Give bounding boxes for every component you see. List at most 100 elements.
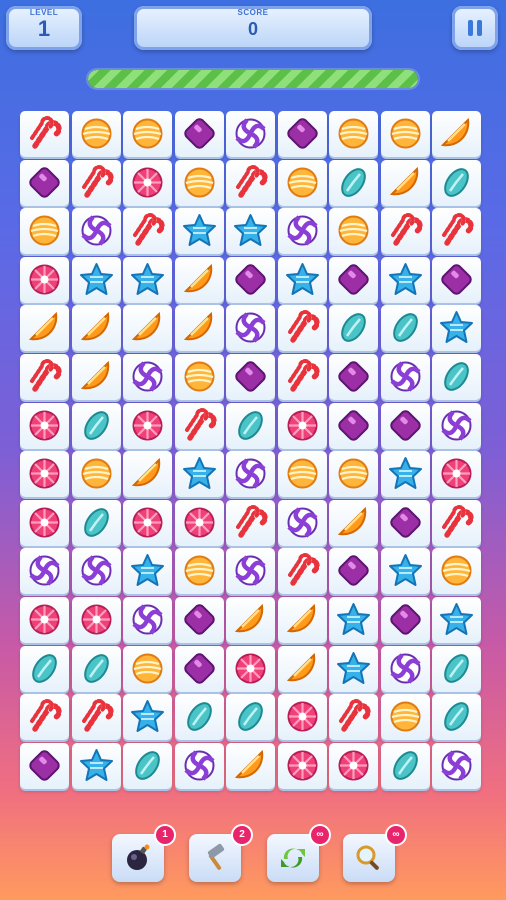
candy-tile[interactable] (278, 743, 327, 789)
candy-tile[interactable] (175, 694, 224, 740)
candy-tile[interactable] (432, 743, 481, 789)
candy-tile[interactable] (278, 694, 327, 740)
candy-tile[interactable] (381, 257, 430, 303)
candy-tile[interactable] (123, 548, 172, 594)
candy-tile[interactable] (175, 743, 224, 789)
candy-tile[interactable] (175, 500, 224, 546)
candy-tile[interactable] (329, 257, 378, 303)
candy-tile[interactable] (432, 500, 481, 546)
candy-tile[interactable] (226, 111, 275, 157)
candy-tile[interactable] (72, 111, 121, 157)
candy-tile[interactable] (226, 694, 275, 740)
candy-tile[interactable] (329, 403, 378, 449)
candy-tile[interactable] (20, 451, 69, 497)
candy-tile[interactable] (175, 111, 224, 157)
candy-tile[interactable] (226, 548, 275, 594)
candy-tile[interactable] (123, 646, 172, 692)
candy-tile[interactable] (329, 160, 378, 206)
candy-tile[interactable] (278, 160, 327, 206)
candy-tile[interactable] (226, 208, 275, 254)
candy-tile[interactable] (381, 500, 430, 546)
candy-tile[interactable] (72, 451, 121, 497)
candy-tile[interactable] (278, 111, 327, 157)
candy-tile[interactable] (20, 160, 69, 206)
candy-tile[interactable] (329, 451, 378, 497)
candy-tile[interactable] (175, 257, 224, 303)
candy-tile[interactable] (72, 160, 121, 206)
candy-tile[interactable] (226, 403, 275, 449)
candy-tile[interactable] (329, 208, 378, 254)
candy-tile[interactable] (72, 403, 121, 449)
candy-tile[interactable] (72, 548, 121, 594)
candy-tile[interactable] (226, 743, 275, 789)
candy-tile[interactable] (381, 548, 430, 594)
candy-tile[interactable] (123, 597, 172, 643)
candy-tile[interactable] (72, 354, 121, 400)
candy-tile[interactable] (72, 500, 121, 546)
candy-tile[interactable] (226, 257, 275, 303)
candy-tile[interactable] (329, 111, 378, 157)
candy-tile[interactable] (20, 694, 69, 740)
candy-tile[interactable] (381, 305, 430, 351)
candy-tile[interactable] (123, 160, 172, 206)
candy-tile[interactable] (175, 305, 224, 351)
candy-tile[interactable] (381, 597, 430, 643)
candy-tile[interactable] (123, 403, 172, 449)
candy-tile[interactable] (123, 111, 172, 157)
candy-tile[interactable] (278, 208, 327, 254)
candy-tile[interactable] (278, 548, 327, 594)
candy-tile[interactable] (278, 597, 327, 643)
candy-tile[interactable] (432, 548, 481, 594)
candy-tile[interactable] (329, 743, 378, 789)
candy-tile[interactable] (123, 743, 172, 789)
candy-tile[interactable] (123, 500, 172, 546)
candy-tile[interactable] (278, 403, 327, 449)
candy-tile[interactable] (175, 160, 224, 206)
booster-hammer-button[interactable]: 2 (189, 826, 251, 882)
candy-tile[interactable] (123, 208, 172, 254)
candy-tile[interactable] (381, 208, 430, 254)
candy-tile[interactable] (432, 403, 481, 449)
candy-tile[interactable] (20, 305, 69, 351)
candy-tile[interactable] (329, 548, 378, 594)
candy-tile[interactable] (329, 354, 378, 400)
candy-tile[interactable] (123, 305, 172, 351)
candy-tile[interactable] (432, 451, 481, 497)
candy-tile[interactable] (329, 597, 378, 643)
candy-tile[interactable] (20, 208, 69, 254)
candy-tile[interactable] (20, 597, 69, 643)
candy-tile[interactable] (381, 160, 430, 206)
candy-tile[interactable] (72, 305, 121, 351)
candy-tile[interactable] (278, 305, 327, 351)
candy-tile[interactable] (381, 111, 430, 157)
candy-tile[interactable] (20, 403, 69, 449)
candy-tile[interactable] (432, 208, 481, 254)
candy-tile[interactable] (72, 743, 121, 789)
candy-tile[interactable] (175, 208, 224, 254)
candy-tile[interactable] (381, 354, 430, 400)
candy-tile[interactable] (226, 354, 275, 400)
candy-tile[interactable] (278, 500, 327, 546)
candy-tile[interactable] (20, 548, 69, 594)
candy-tile[interactable] (175, 354, 224, 400)
candy-tile[interactable] (329, 500, 378, 546)
candy-tile[interactable] (20, 500, 69, 546)
candy-tile[interactable] (432, 160, 481, 206)
candy-tile[interactable] (226, 646, 275, 692)
candy-tile[interactable] (123, 257, 172, 303)
candy-tile[interactable] (175, 451, 224, 497)
candy-tile[interactable] (175, 403, 224, 449)
candy-tile[interactable] (226, 500, 275, 546)
candy-tile[interactable] (278, 354, 327, 400)
candy-tile[interactable] (72, 646, 121, 692)
candy-tile[interactable] (432, 646, 481, 692)
candy-tile[interactable] (175, 646, 224, 692)
candy-tile[interactable] (329, 694, 378, 740)
candy-tile[interactable] (381, 451, 430, 497)
candy-tile[interactable] (432, 257, 481, 303)
candy-tile[interactable] (226, 305, 275, 351)
candy-tile[interactable] (381, 403, 430, 449)
candy-tile[interactable] (432, 597, 481, 643)
candy-tile[interactable] (226, 451, 275, 497)
candy-tile[interactable] (123, 451, 172, 497)
